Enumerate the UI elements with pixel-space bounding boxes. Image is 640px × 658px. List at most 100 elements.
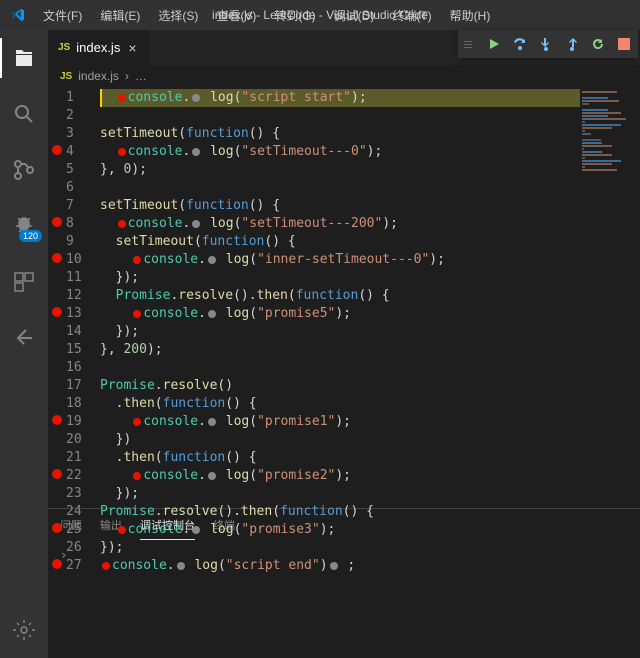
js-file-icon: JS bbox=[60, 71, 72, 82]
code-line[interactable]: Promise.resolve().then(function() { bbox=[100, 503, 580, 521]
drag-grip-icon[interactable] bbox=[464, 41, 472, 48]
menu-item[interactable]: 帮助(H) bbox=[442, 3, 499, 28]
breakpoint-slot[interactable] bbox=[48, 267, 66, 285]
breakpoint-slot[interactable] bbox=[48, 429, 66, 447]
code-line[interactable]: setTimeout(function() { bbox=[100, 125, 580, 143]
search-activity[interactable] bbox=[0, 94, 48, 134]
menu-item[interactable]: 选择(S) bbox=[150, 3, 206, 28]
code-line[interactable]: console. log("script end") ; bbox=[100, 557, 580, 575]
code-line[interactable]: .then(function() { bbox=[100, 449, 580, 467]
breakpoint-slot[interactable] bbox=[48, 393, 66, 411]
code-line[interactable]: setTimeout(function() { bbox=[100, 233, 580, 251]
line-number: 11 bbox=[66, 269, 90, 287]
code-line[interactable] bbox=[100, 359, 580, 377]
leetcode-activity[interactable] bbox=[0, 318, 48, 358]
code-line[interactable] bbox=[100, 107, 580, 125]
step-into-button[interactable] bbox=[538, 36, 554, 52]
breakpoint-slot[interactable] bbox=[48, 555, 66, 573]
extensions-activity[interactable] bbox=[0, 262, 48, 302]
breakpoint-slot[interactable] bbox=[48, 177, 66, 195]
breakpoint-slot[interactable] bbox=[48, 357, 66, 375]
inline-breakpoint-icon bbox=[133, 256, 141, 264]
breakpoint-slot[interactable] bbox=[48, 447, 66, 465]
code-line[interactable]: console. log("script start"); bbox=[100, 89, 580, 107]
step-over-button[interactable] bbox=[512, 36, 528, 52]
code-line[interactable]: }) bbox=[100, 431, 580, 449]
menu-item[interactable]: 文件(F) bbox=[35, 3, 90, 28]
code-line[interactable]: console. log("promise1"); bbox=[100, 413, 580, 431]
code-line[interactable]: setTimeout(function() { bbox=[100, 197, 580, 215]
tab-label: index.js bbox=[76, 40, 120, 55]
line-number: 27 bbox=[66, 557, 90, 575]
breakpoint-slot[interactable] bbox=[48, 519, 66, 537]
breakpoint-slot[interactable] bbox=[48, 375, 66, 393]
breakpoint-slot[interactable] bbox=[48, 339, 66, 357]
inline-breakpoint-icon bbox=[133, 310, 141, 318]
code-line[interactable]: }); bbox=[100, 485, 580, 503]
line-number: 15 bbox=[66, 341, 90, 359]
step-out-button[interactable] bbox=[564, 36, 580, 52]
continue-button[interactable] bbox=[486, 36, 502, 52]
breakpoint-gutter[interactable] bbox=[48, 87, 66, 508]
line-number: 1 bbox=[66, 89, 90, 107]
stop-button[interactable] bbox=[616, 36, 632, 52]
source-control-activity[interactable] bbox=[0, 150, 48, 190]
tab-index-js[interactable]: JS index.js × bbox=[48, 30, 150, 65]
code-line[interactable]: .then(function() { bbox=[100, 395, 580, 413]
menu-item[interactable]: 编辑(E) bbox=[92, 3, 148, 28]
code-line[interactable]: }); bbox=[100, 323, 580, 341]
code-line[interactable]: }); bbox=[100, 539, 580, 557]
code-line[interactable] bbox=[100, 179, 580, 197]
line-number: 18 bbox=[66, 395, 90, 413]
breadcrumb[interactable]: JS index.js › … bbox=[48, 65, 640, 87]
inline-breakpoint-icon bbox=[118, 220, 126, 228]
breakpoint-slot[interactable] bbox=[48, 213, 66, 231]
minimap[interactable] bbox=[580, 87, 640, 508]
breakpoint-slot[interactable] bbox=[48, 411, 66, 429]
code-line[interactable]: console. log("promise3"); bbox=[100, 521, 580, 539]
restart-button[interactable] bbox=[590, 36, 606, 52]
editor[interactable]: 1234567891011121314151617181920212223242… bbox=[48, 87, 640, 508]
code-line[interactable]: Promise.resolve() bbox=[100, 377, 580, 395]
breakpoint-slot[interactable] bbox=[48, 501, 66, 519]
line-number: 6 bbox=[66, 179, 90, 197]
code-line[interactable]: }); bbox=[100, 269, 580, 287]
debug-toolbar[interactable] bbox=[458, 30, 638, 58]
code-line[interactable]: }, 0); bbox=[100, 161, 580, 179]
explorer-activity[interactable] bbox=[0, 38, 48, 78]
code-line[interactable]: }, 200); bbox=[100, 341, 580, 359]
breadcrumb-file: index.js bbox=[78, 69, 119, 83]
code-line[interactable]: Promise.resolve().then(function() { bbox=[100, 287, 580, 305]
breakpoint-slot[interactable] bbox=[48, 483, 66, 501]
breakpoint-slot[interactable] bbox=[48, 141, 66, 159]
breakpoint-slot[interactable] bbox=[48, 105, 66, 123]
breakpoint-slot[interactable] bbox=[48, 123, 66, 141]
breakpoint-slot[interactable] bbox=[48, 87, 66, 105]
code-line[interactable]: console. log("setTimeout---200"); bbox=[100, 215, 580, 233]
breakpoint-slot[interactable] bbox=[48, 159, 66, 177]
breakpoint-icon bbox=[52, 523, 62, 533]
breakpoint-slot[interactable] bbox=[48, 195, 66, 213]
line-number: 23 bbox=[66, 485, 90, 503]
breakpoint-slot[interactable] bbox=[48, 537, 66, 555]
code-line[interactable]: console. log("setTimeout---0"); bbox=[100, 143, 580, 161]
vscode-logo bbox=[0, 7, 35, 23]
settings-activity[interactable] bbox=[0, 610, 48, 650]
code-line[interactable]: console. log("promise5"); bbox=[100, 305, 580, 323]
breakpoint-slot[interactable] bbox=[48, 231, 66, 249]
code-area[interactable]: console. log("script start"); setTimeout(… bbox=[100, 87, 580, 508]
breakpoint-slot[interactable] bbox=[48, 321, 66, 339]
line-number: 2 bbox=[66, 107, 90, 125]
breakpoint-slot[interactable] bbox=[48, 465, 66, 483]
breakpoint-slot[interactable] bbox=[48, 303, 66, 321]
line-number: 7 bbox=[66, 197, 90, 215]
code-line[interactable]: console. log("inner-setTimeout---0"); bbox=[100, 251, 580, 269]
breakpoint-icon bbox=[52, 253, 62, 263]
inline-dot-icon bbox=[192, 94, 200, 102]
breakpoint-slot[interactable] bbox=[48, 285, 66, 303]
code-line[interactable]: console. log("promise2"); bbox=[100, 467, 580, 485]
breakpoint-slot[interactable] bbox=[48, 249, 66, 267]
debug-activity[interactable]: 120 bbox=[0, 206, 48, 246]
breakpoint-icon bbox=[52, 307, 62, 317]
close-icon[interactable]: × bbox=[126, 40, 138, 56]
